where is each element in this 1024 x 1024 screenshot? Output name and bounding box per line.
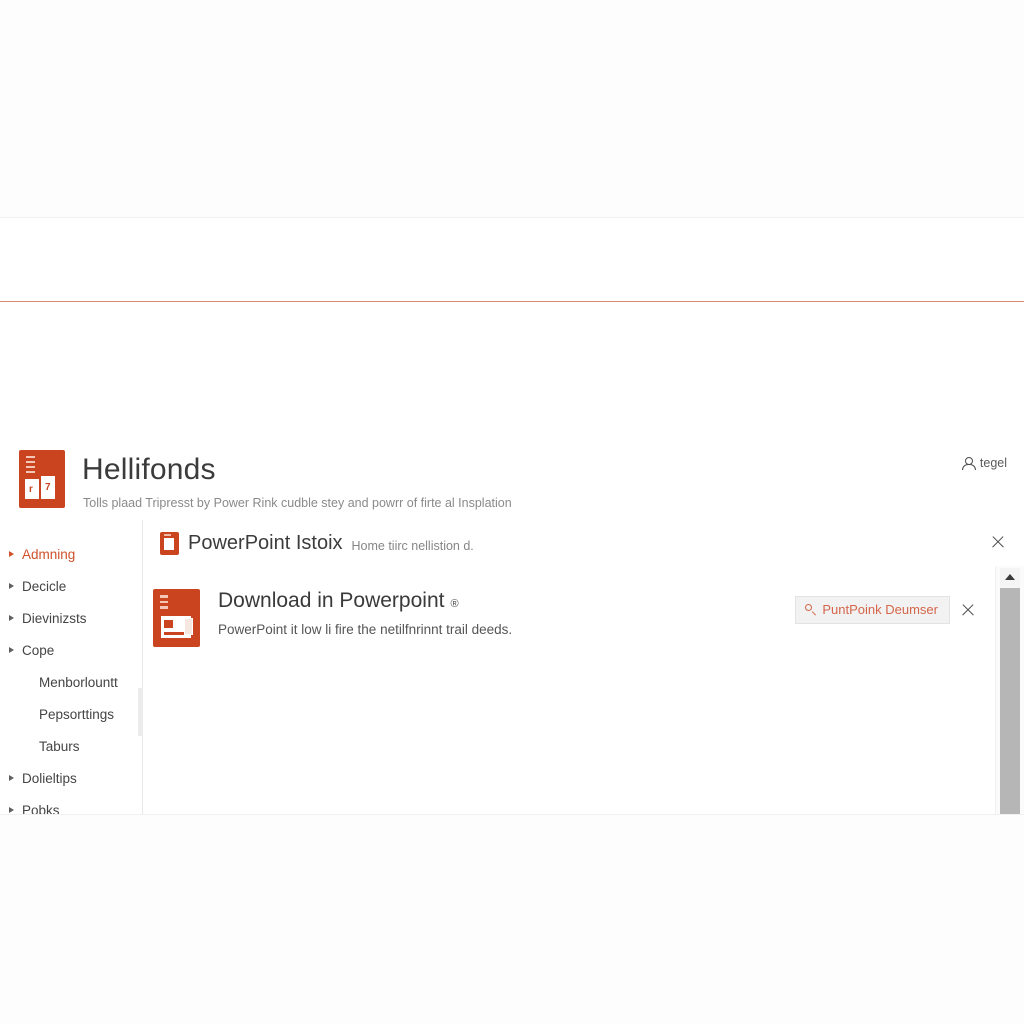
chevron-right-icon (9, 775, 14, 781)
powerpoint-mini-icon (160, 531, 179, 555)
vertical-scrollbar[interactable] (995, 566, 1024, 814)
chevron-right-icon (9, 615, 14, 621)
chevron-right-icon (9, 583, 14, 589)
logo-tile: r7 (19, 450, 65, 508)
sidebar-item-dolieltips[interactable]: Dolieltips (0, 762, 142, 794)
sidebar-item-label: Cope (22, 642, 55, 658)
person-icon (962, 456, 977, 470)
sidebar-item-cope[interactable]: Cope (0, 634, 142, 666)
sidebar-item-taburs[interactable]: Taburs (0, 730, 142, 762)
main-panel: PowerPoint Istoix Home tiirc nellistion … (143, 520, 1024, 814)
main-panel-subtitle: Home tiirc nellistion d. (351, 538, 474, 553)
logo-lines-decoration (26, 456, 35, 476)
sidebar-item-label: Pobks (22, 802, 60, 815)
search-button[interactable]: PuntPoink Deumser (795, 596, 950, 624)
sidebar-item-pepsorttings[interactable]: Pepsorttings (0, 698, 142, 730)
search-icon (805, 604, 816, 615)
scroll-up-button[interactable] (1000, 568, 1020, 586)
card-close-button[interactable] (958, 600, 978, 620)
main-panel-header: PowerPoint Istoix Home tiirc nellistion … (143, 520, 1024, 567)
card-actions: PuntPoink Deumser (795, 596, 978, 624)
panel-close-button[interactable] (988, 532, 1008, 552)
close-icon (958, 600, 978, 620)
powerpoint-document-icon (153, 589, 200, 647)
search-button-label: PuntPoink Deumser (822, 602, 938, 617)
content-area: Download in Powerpoint ® PowerPoint it l… (143, 566, 1024, 814)
account-label: tegel (979, 456, 1007, 470)
scrollbar-thumb[interactable] (1000, 588, 1020, 814)
sidebar-item-label: Menborlountt (39, 674, 118, 690)
sidebar: Admning Decicle Dievinizsts Cope Menborl… (0, 520, 145, 814)
sidebar-item-label: Dievinizsts (22, 610, 87, 626)
close-icon (988, 532, 1008, 552)
sidebar-item-dievinizsts[interactable]: Dievinizsts (0, 602, 142, 634)
registered-mark: ® (450, 598, 459, 610)
scroll-up-arrow-icon (1005, 574, 1015, 580)
download-promo-card: Download in Powerpoint ® PowerPoint it l… (143, 566, 996, 647)
card-text-block: Download in Powerpoint ® PowerPoint it l… (218, 587, 512, 637)
page-subtitle: Tolls plaad Tripresst by Power Rink cudb… (83, 496, 512, 510)
sidebar-item-label: Dolieltips (22, 770, 77, 786)
chevron-right-icon (9, 551, 14, 557)
chevron-right-icon (9, 647, 14, 653)
card-description: PowerPoint it low li fire the netilfnrin… (218, 622, 513, 637)
logo-cards-decoration: r7 (25, 476, 57, 500)
content-scroll-region: Download in Powerpoint ® PowerPoint it l… (143, 566, 996, 814)
app-header (0, 218, 1024, 302)
sidebar-item-decicle[interactable]: Decicle (0, 570, 142, 602)
sidebar-item-label: Taburs (39, 738, 80, 754)
powerpoint-app-logo: r7 (19, 450, 67, 510)
main-panel-title: PowerPoint Istoix (188, 531, 343, 554)
icon-tab-decoration (184, 618, 193, 635)
card-heading: Download in Powerpoint ® (218, 589, 512, 613)
sidebar-item-admning[interactable]: Admning (0, 538, 142, 570)
sidebar-item-menborlountt[interactable]: Menborlountt (0, 666, 142, 698)
sidebar-item-pobks[interactable]: Pobks (0, 794, 142, 814)
application-window: r7 Hellifonds Tolls plaad Tripresst by P… (0, 218, 1024, 814)
page-title: Hellifonds (82, 453, 216, 486)
account-button[interactable]: tegel (962, 456, 1007, 470)
app-body: Admning Decicle Dievinizsts Cope Menborl… (0, 520, 1024, 814)
chevron-right-icon (9, 807, 14, 813)
card-heading-text: Download in Powerpoint (218, 589, 445, 612)
icon-lines-decoration (160, 595, 168, 612)
sidebar-item-label: Decicle (22, 578, 67, 594)
sidebar-item-label: Pepsorttings (39, 706, 115, 722)
sidebar-item-label: Admning (22, 546, 76, 562)
